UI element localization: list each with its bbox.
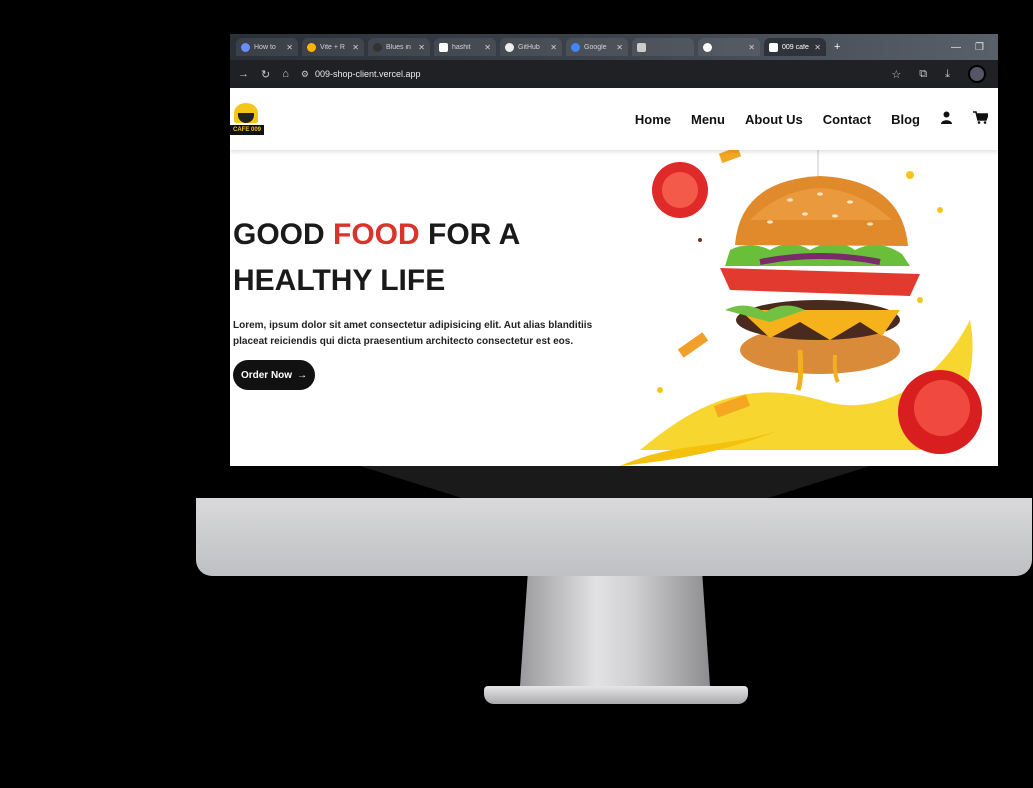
- cart-icon[interactable]: [973, 111, 990, 127]
- tab-favicon-icon: [439, 42, 448, 52]
- close-icon[interactable]: ✕: [352, 43, 359, 52]
- window-controls: — ❐: [951, 42, 998, 53]
- tab-favicon-icon: [373, 42, 382, 52]
- site-info-icon[interactable]: ⚙: [301, 69, 309, 80]
- browser-tab[interactable]: How to ✕: [236, 38, 298, 56]
- headline-text: GOOD: [233, 218, 334, 251]
- close-icon[interactable]: ✕: [550, 43, 557, 52]
- logo-text: CAFE 009: [230, 125, 264, 135]
- browser-tab[interactable]: [632, 38, 694, 56]
- tab-label: Vite + R: [320, 43, 345, 51]
- tab-favicon-icon: [241, 42, 250, 52]
- tab-label: Blues in: [386, 43, 411, 51]
- hero-lead: Lorem, ipsum dolor sit amet consectetur …: [233, 320, 593, 347]
- nav-blog[interactable]: Blog: [891, 112, 920, 127]
- github-icon: [505, 42, 514, 52]
- user-icon[interactable]: [940, 111, 953, 127]
- site-navbar: CAFE 009 Home Menu About Us Contact Blog: [230, 88, 998, 150]
- browser-toolbar: → ↻ ⌂ ⚙ 009-shop-client.vercel.app ☆ ⧉ ⤓: [230, 60, 998, 88]
- monitor-chin: [196, 498, 1032, 576]
- tab-favicon-icon: [769, 42, 778, 52]
- site-logo[interactable]: CAFE 009: [230, 99, 264, 139]
- nav-contact[interactable]: Contact: [823, 112, 871, 127]
- nav-home[interactable]: Home: [635, 112, 671, 127]
- order-now-label: Order Now: [240, 369, 293, 381]
- order-now-button[interactable]: Order Now →: [233, 360, 315, 390]
- tab-label: GitHub: [518, 43, 540, 51]
- tab-strip: How to ✕ Vite + R ✕ Blues in ✕ hashit ✕ GitH…: [230, 34, 998, 60]
- close-icon[interactable]: ✕: [616, 43, 623, 52]
- new-tab-icon[interactable]: +: [834, 41, 840, 53]
- headline-accent: FOOD: [333, 218, 420, 251]
- headline-text: FOR A: [419, 218, 521, 251]
- hero-headline: GOOD FOOD FOR A HEALTHY LIFE: [233, 212, 593, 304]
- arrow-right-icon: →: [297, 369, 308, 381]
- home-icon[interactable]: ⌂: [282, 68, 289, 80]
- restore-icon[interactable]: ❐: [975, 42, 984, 53]
- extensions-icon[interactable]: ⧉: [919, 68, 927, 81]
- burger-illustration: [620, 150, 982, 466]
- hero-section: GOOD FOOD FOR A HEALTHY LIFE Lorem, ipsu…: [230, 150, 998, 466]
- monitor-stand-foot: [484, 686, 748, 704]
- download-icon[interactable]: ⤓: [945, 68, 950, 81]
- close-icon[interactable]: ✕: [748, 43, 755, 52]
- nav-links: Home Menu About Us Contact Blog: [635, 111, 998, 127]
- bookmark-star-icon[interactable]: ☆: [891, 68, 901, 81]
- tab-favicon-icon: [307, 42, 316, 52]
- url-text: 009-shop-client.vercel.app: [314, 69, 421, 79]
- tab-label: hashit: [452, 43, 471, 51]
- tab-favicon-icon: [703, 42, 712, 52]
- toolbar-actions: ☆ ⧉ ⤓: [891, 65, 990, 83]
- tab-label: Google: [584, 43, 607, 51]
- tab-label: How to: [254, 43, 276, 51]
- address-bar[interactable]: ⚙ 009-shop-client.vercel.app: [300, 64, 880, 84]
- tab-label: 009 cafe: [782, 43, 809, 51]
- close-icon[interactable]: ✕: [418, 43, 425, 52]
- browser-tab[interactable]: Vite + R ✕: [302, 38, 364, 56]
- browser-window: How to ✕ Vite + R ✕ Blues in ✕ hashit ✕ GitH…: [230, 34, 998, 466]
- browser-tab[interactable]: Google ✕: [566, 38, 628, 56]
- close-icon[interactable]: ✕: [814, 43, 821, 52]
- tab-favicon-icon: [637, 42, 646, 52]
- reload-icon[interactable]: ↻: [261, 68, 270, 81]
- monitor-shadow: [360, 466, 870, 498]
- headline-line2: HEALTHY LIFE: [233, 264, 446, 297]
- browser-tab[interactable]: hashit ✕: [434, 38, 496, 56]
- web-page: CAFE 009 Home Menu About Us Contact Blog…: [230, 88, 998, 466]
- browser-tab[interactable]: GitHub ✕: [500, 38, 562, 56]
- minimize-icon[interactable]: —: [951, 42, 961, 53]
- close-icon[interactable]: ✕: [484, 43, 491, 52]
- forward-icon[interactable]: →: [238, 68, 249, 80]
- nav-menu[interactable]: Menu: [691, 112, 725, 127]
- monitor-stand: [520, 576, 710, 686]
- nav-about-us[interactable]: About Us: [745, 112, 803, 127]
- close-icon[interactable]: ✕: [286, 43, 293, 52]
- browser-tab[interactable]: Blues in ✕: [368, 38, 430, 56]
- profile-avatar[interactable]: [968, 65, 986, 83]
- google-icon: [571, 42, 580, 52]
- browser-tab[interactable]: ✕: [698, 38, 760, 56]
- browser-tab-active[interactable]: 009 cafe ✕: [764, 38, 826, 56]
